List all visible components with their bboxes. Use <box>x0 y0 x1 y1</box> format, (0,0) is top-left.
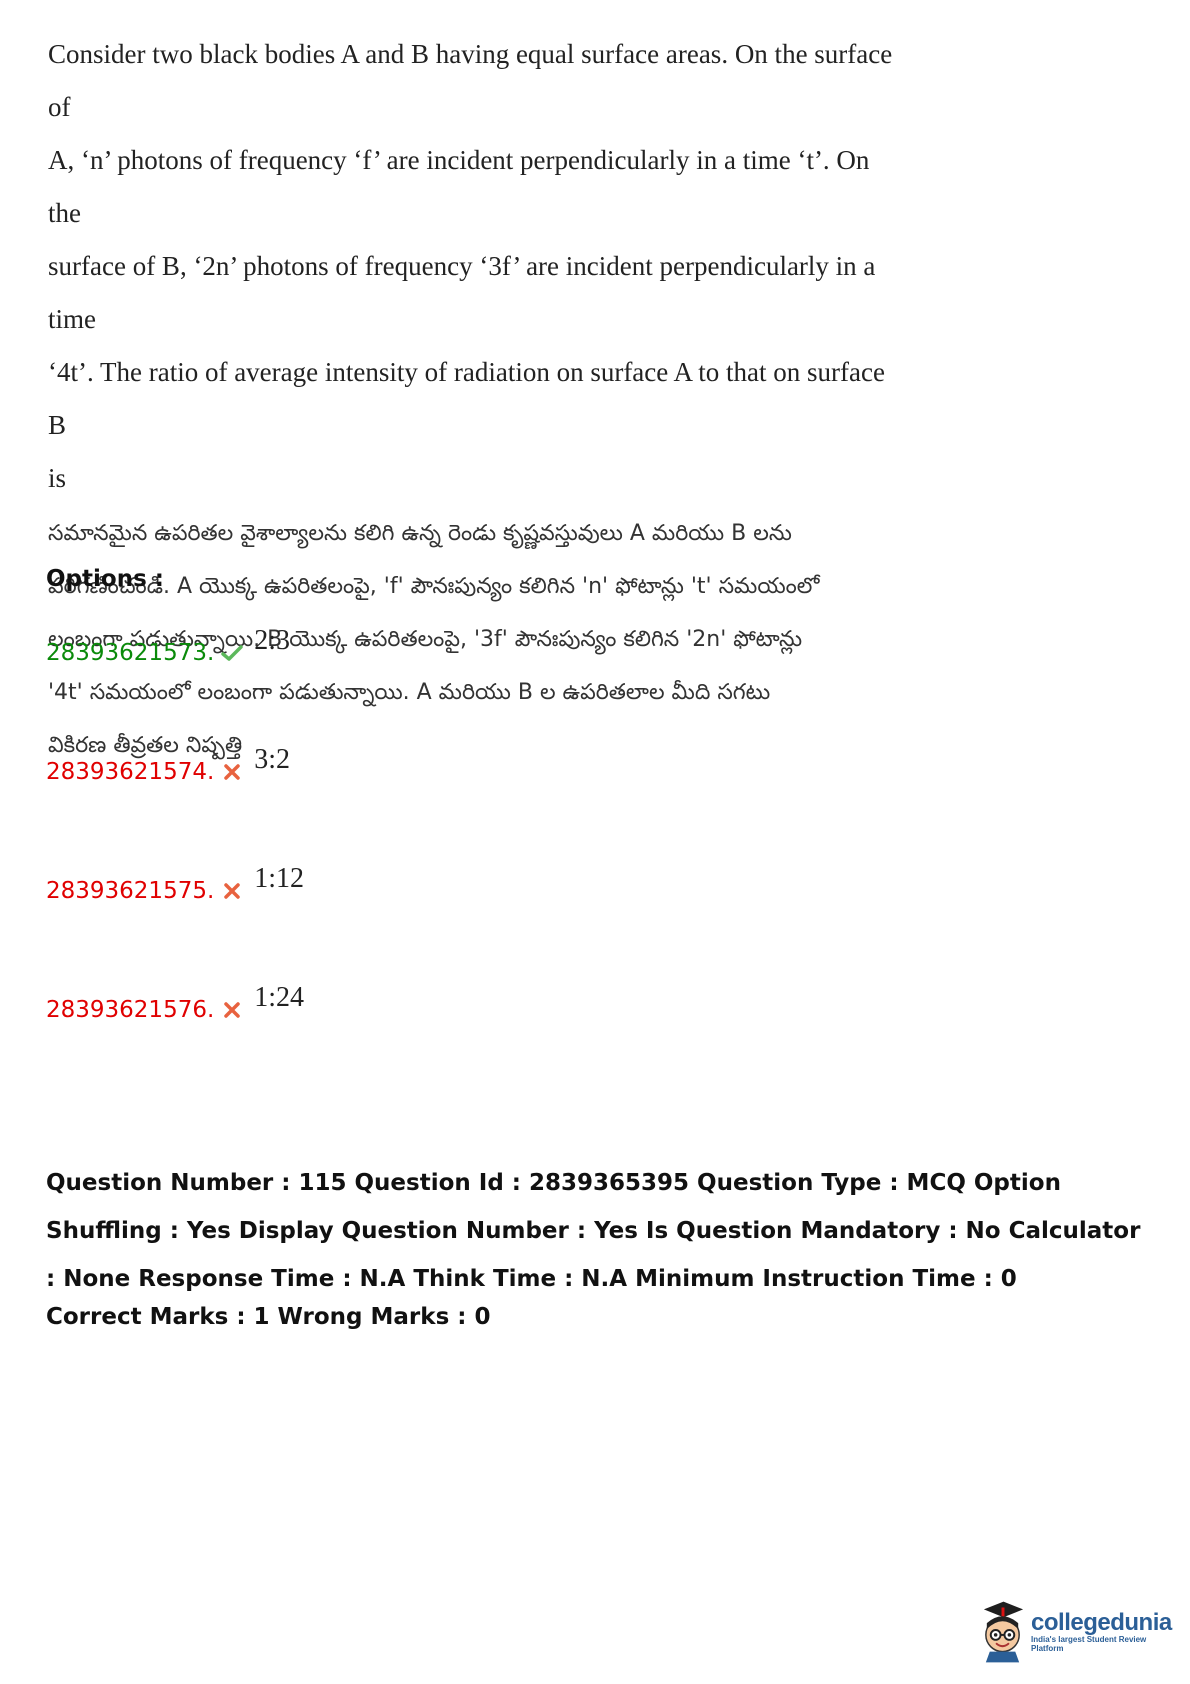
cross-icon <box>224 764 241 780</box>
check-icon <box>221 645 244 661</box>
option-answer: 1:24 <box>254 982 305 1013</box>
option-id: 28393621576. <box>46 997 215 1023</box>
option-id: 28393621573. <box>46 640 215 666</box>
brand-name: collegedunia <box>1031 1609 1172 1636</box>
brand-tagline: India's largest Student Review Platform <box>1031 1635 1147 1653</box>
question-line: '4t' సమయంలో లంబంగా పడుతున్నాయి. A మరియు … <box>48 680 771 705</box>
question-meta: Question Number : 115 Question Id : 2839… <box>46 1170 1141 1292</box>
question-line: A, ‘n’ photons of frequency ‘f’ are inci… <box>48 145 870 228</box>
question-line: పరిగణించండి. A యొక్క ఉపరితలంపై, 'f' పౌనః… <box>48 574 820 599</box>
option-answer: 1:12 <box>254 863 305 894</box>
question-line: Consider two black bodies A and B having… <box>48 39 893 122</box>
options-label: Options : <box>46 566 164 592</box>
option-3: 28393621575. 1:12 <box>46 863 304 907</box>
marks-info: Correct Marks : 1 Wrong Marks : 0 <box>46 1304 491 1330</box>
cross-icon <box>224 883 241 899</box>
option-2: 28393621574. 3:2 <box>46 744 290 788</box>
question-english: Consider two black bodies A and B having… <box>48 28 908 505</box>
option-4: 28393621576. 1:24 <box>46 982 304 1026</box>
option-id: 28393621574. <box>46 759 215 785</box>
mascot-icon <box>983 1601 1024 1663</box>
option-answer: 3:2 <box>254 744 291 775</box>
question-line: సమానమైన ఉపరితల వైశాల్యాలను కలిగి ఉన్న రె… <box>48 521 792 546</box>
option-1: 28393621573. 2:3 <box>46 625 290 669</box>
brand-text: collegedunia India's largest Student Rev… <box>1031 1609 1178 1653</box>
question-line: surface of B, ‘2n’ photons of frequency … <box>48 251 876 334</box>
option-answer: 2:3 <box>254 625 291 656</box>
option-id: 28393621575. <box>46 878 215 904</box>
page: Consider two black bodies A and B having… <box>0 0 1190 1684</box>
question-line: is <box>48 463 67 493</box>
collegedunia-logo: collegedunia India's largest Student Rev… <box>978 1596 1178 1666</box>
question-line: ‘4t’. The ratio of average intensity of … <box>48 357 885 440</box>
cross-icon <box>224 1002 241 1018</box>
